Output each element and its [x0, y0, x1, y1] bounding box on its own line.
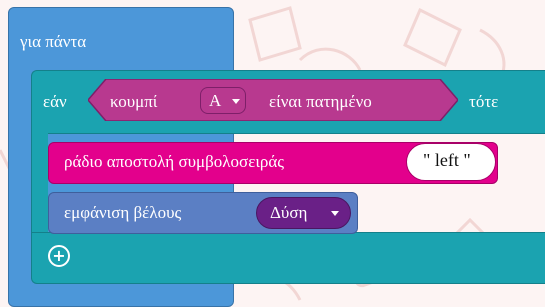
radio-send-string-label: ράδιο αποστολή συμβολοσειράς — [64, 152, 285, 171]
arrow-direction-value: Δύση — [270, 203, 308, 222]
if-then-block-footer[interactable] — [31, 232, 545, 284]
string-input-value: " left " — [423, 150, 471, 170]
show-arrow-label: εμφάνιση βέλους — [64, 203, 182, 222]
button-select-dropdown[interactable]: A — [200, 87, 246, 114]
condition-prefix-label: κουμπί — [110, 92, 158, 111]
chevron-down-icon — [331, 211, 339, 216]
chevron-down-icon — [232, 99, 240, 104]
then-label: τότε — [469, 92, 499, 111]
button-select-value: A — [209, 91, 222, 110]
if-label: εάν — [43, 92, 67, 111]
condition-suffix-label: είναι πατημένο — [269, 92, 372, 111]
if-then-block-arm — [31, 133, 48, 233]
arrow-direction-dropdown[interactable]: Δύση — [256, 197, 351, 229]
plus-circle-icon[interactable]: + — [48, 245, 70, 267]
string-input[interactable]: " left " — [406, 143, 496, 181]
forever-label: για πάντα — [20, 32, 87, 51]
